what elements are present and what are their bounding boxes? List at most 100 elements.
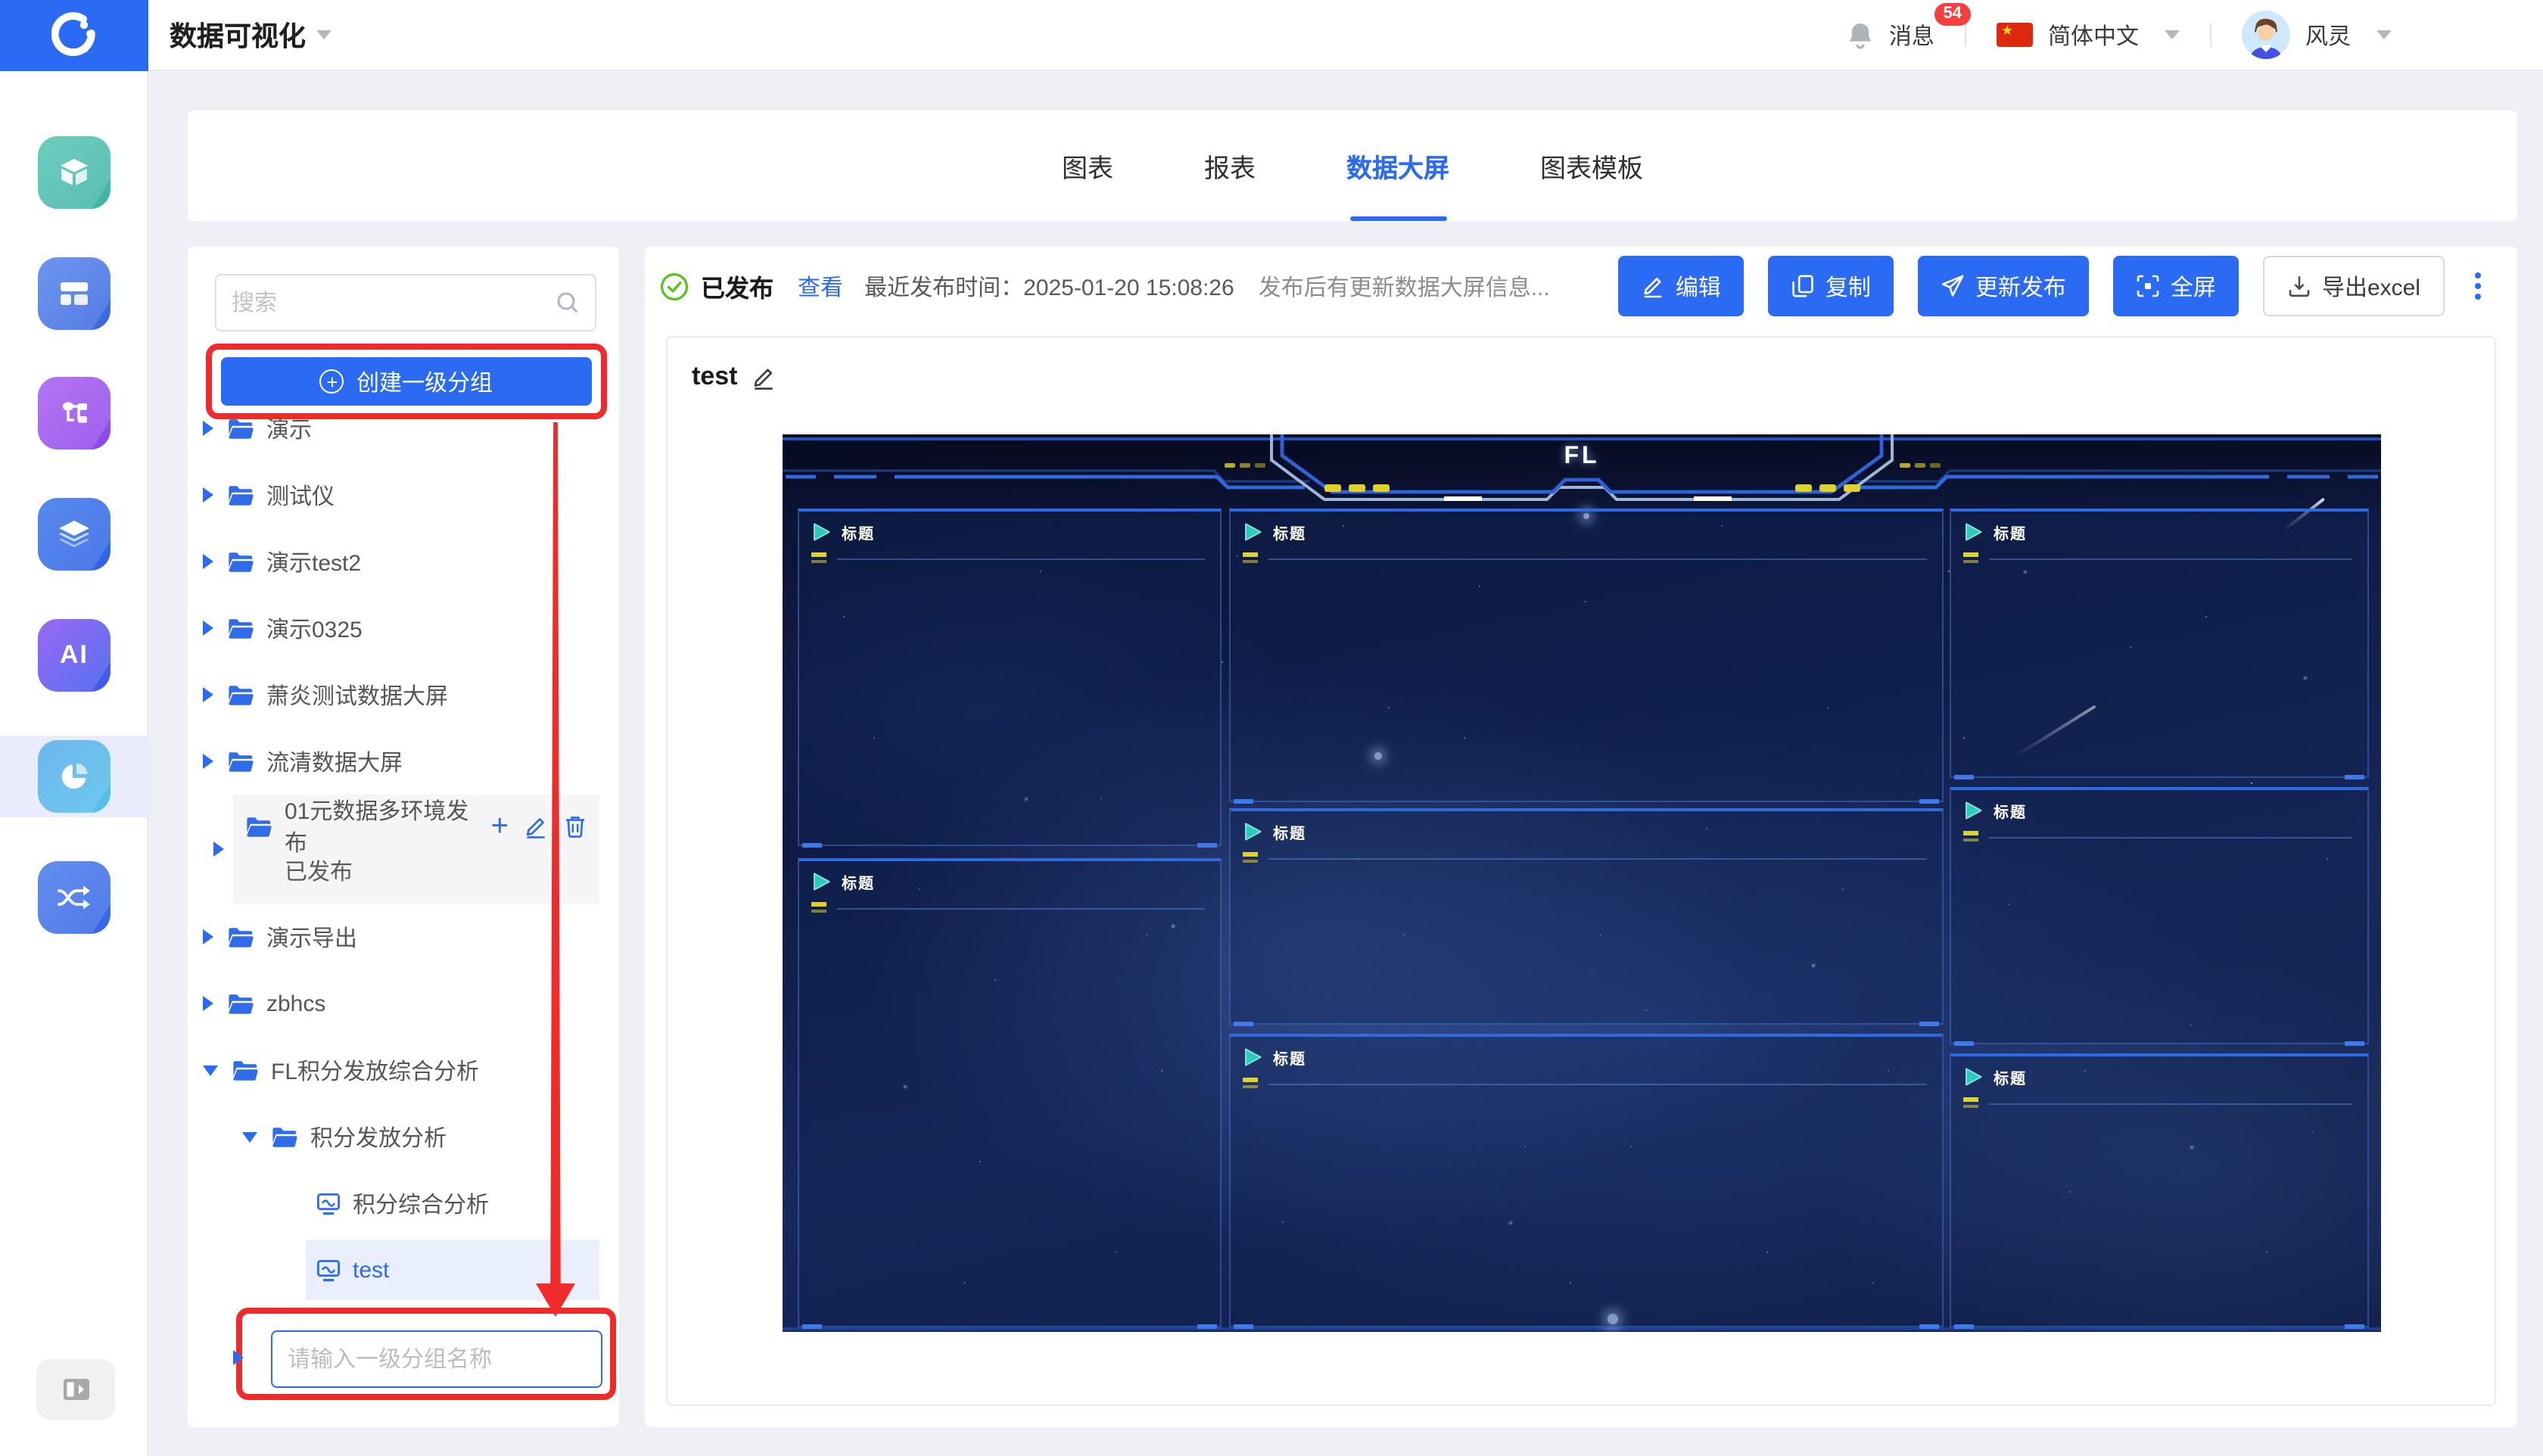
tree-item-积分综合分析[interactable]: 积分综合分析 xyxy=(188,1170,619,1237)
tree-item-萧炎测试数据大屏[interactable]: 萧炎测试数据大屏 xyxy=(188,661,619,728)
tree-item-演示test2[interactable]: 演示test2 xyxy=(188,528,619,595)
tab-reports[interactable]: 报表 xyxy=(1204,110,1256,221)
folder-icon xyxy=(227,550,254,573)
chevron-down-icon[interactable] xyxy=(2165,30,2180,39)
play-icon xyxy=(1243,1047,1262,1067)
tree-item-label: 积分综合分析 xyxy=(353,1187,489,1219)
username[interactable]: 风灵 xyxy=(2305,19,2351,51)
toolbar: 编辑 复制 更新发布 xyxy=(1618,256,2487,316)
copy-button[interactable]: 复制 xyxy=(1768,256,1894,316)
tree-caret-icon[interactable] xyxy=(203,929,213,944)
tree-caret-icon[interactable] xyxy=(203,621,213,636)
panel-title: 标题 xyxy=(1273,521,1306,543)
tree-caret-icon[interactable] xyxy=(203,754,213,769)
rail-item-data-visualization[interactable] xyxy=(0,736,148,817)
tree-caret-icon[interactable] xyxy=(203,554,213,569)
play-icon xyxy=(1243,822,1262,842)
view-link[interactable]: 查看 xyxy=(798,270,843,302)
rail-item-layout[interactable] xyxy=(0,253,148,334)
bell-icon[interactable] xyxy=(1847,20,1874,49)
rail-item-shuffle[interactable] xyxy=(0,857,148,938)
panel-title: 标题 xyxy=(1273,1046,1306,1069)
tree-item-label: 01元数据多环境发布 xyxy=(285,795,470,858)
messages-entry[interactable]: 消息 54 xyxy=(1889,19,1934,51)
tree-item-FL积分发放综合分析[interactable]: FL积分发放综合分析 xyxy=(188,1037,619,1103)
tree-item-label: zbhcs xyxy=(266,991,325,1016)
messages-label[interactable]: 消息 xyxy=(1889,19,1934,51)
tree-item-01元数据多环境发布[interactable]: 01元数据多环境发布 + 已发布 xyxy=(188,795,619,904)
dashboard-panel-6: 标题 xyxy=(1950,509,2369,778)
divider xyxy=(1965,23,1966,47)
tree-item-label: 积分发放分析 xyxy=(310,1121,447,1153)
search-input[interactable] xyxy=(232,290,556,316)
tree-item-label: 测试仪 xyxy=(266,479,335,511)
tree-item-演示0325[interactable]: 演示0325 xyxy=(188,595,619,661)
tree-item-label: 演示0325 xyxy=(266,612,363,644)
folder-icon xyxy=(227,617,254,639)
app-logo[interactable] xyxy=(0,0,148,70)
chevron-down-icon[interactable] xyxy=(316,30,331,39)
tree-caret-icon[interactable] xyxy=(203,487,213,502)
tree-caret-icon[interactable] xyxy=(203,996,213,1011)
tab-chart-templates[interactable]: 图表模板 xyxy=(1540,110,1643,221)
language-selector[interactable]: 简体中文 xyxy=(2048,19,2139,51)
chevron-down-icon[interactable] xyxy=(2376,30,2392,39)
panel-title: 标题 xyxy=(842,870,875,893)
publish-notice: 发布后有更新数据大屏信息... xyxy=(1259,270,1550,302)
tree-item-流清数据大屏[interactable]: 流清数据大屏 xyxy=(188,728,619,795)
collapse-sidebar-button[interactable] xyxy=(36,1359,115,1420)
cube-icon xyxy=(56,154,92,191)
shuffle-icon xyxy=(54,881,94,914)
tree-item-zbhcs[interactable]: zbhcs xyxy=(188,970,619,1037)
folder-icon xyxy=(227,926,254,948)
avatar[interactable] xyxy=(2242,11,2290,59)
group-panel: 演示 测试仪 演示test2 演示0325 萧炎测试数据大屏 流清数据大屏 01… xyxy=(188,247,619,1427)
rail-item-flowchart[interactable] xyxy=(0,372,148,454)
export-excel-button[interactable]: 导出excel xyxy=(2263,256,2445,316)
tree-item-label: test xyxy=(353,1257,389,1283)
tree-item-测试仪[interactable]: 测试仪 xyxy=(188,462,619,528)
play-icon xyxy=(1243,522,1262,542)
edit-button[interactable]: 编辑 xyxy=(1618,256,1744,316)
screen-content: test xyxy=(666,336,2496,1406)
tab-data-screen[interactable]: 数据大屏 xyxy=(1346,110,1449,221)
dashboard-panel-7: 标题 xyxy=(1950,787,2369,1044)
play-icon xyxy=(1963,522,1983,542)
rename-icon[interactable] xyxy=(751,364,777,390)
tree-caret-icon[interactable] xyxy=(213,842,224,857)
update-publish-button[interactable]: 更新发布 xyxy=(1918,256,2089,316)
folder-icon xyxy=(271,1125,298,1148)
more-actions-button[interactable] xyxy=(2469,266,2487,306)
dashboard-panel-8: 标题 xyxy=(1950,1053,2369,1327)
add-subgroup-icon[interactable]: + xyxy=(491,811,509,842)
messages-badge: 54 xyxy=(1934,2,1971,25)
folder-icon xyxy=(227,992,254,1015)
tree-item-label: FL积分发放综合分析 xyxy=(271,1054,479,1086)
tree-item-test[interactable]: test xyxy=(188,1237,619,1303)
tree-item-演示导出[interactable]: 演示导出 xyxy=(188,904,619,970)
play-icon xyxy=(1963,801,1983,820)
screen-title: test xyxy=(692,362,737,392)
rail-item-cube[interactable] xyxy=(0,132,148,213)
tree-caret-icon[interactable] xyxy=(203,421,213,436)
edit-group-icon[interactable] xyxy=(524,814,548,838)
search-icon[interactable] xyxy=(556,291,580,315)
tree-item-积分发放分析[interactable]: 积分发放分析 xyxy=(188,1103,619,1170)
tree-caret-icon[interactable] xyxy=(203,687,213,702)
tree-caret-icon[interactable] xyxy=(203,1065,218,1075)
delete-group-icon[interactable] xyxy=(563,814,587,838)
rail-item-layers[interactable] xyxy=(0,493,148,575)
dashboard-panel-2: 标题 xyxy=(798,858,1222,1327)
folder-icon xyxy=(227,683,254,706)
tabs: 图表 报表 数据大屏 图表模板 xyxy=(188,110,2517,221)
fullscreen-button[interactable]: 全屏 xyxy=(2113,256,2239,316)
new-group-name-input[interactable] xyxy=(271,1330,602,1388)
search-box[interactable] xyxy=(215,274,596,331)
chart-file-icon xyxy=(316,1258,341,1281)
rail-item-ai[interactable]: AI xyxy=(0,614,148,696)
tree-caret-icon xyxy=(233,1350,244,1365)
dashboard-preview[interactable]: FL 标题 标题 标题 标题 标题 标题 标题 标题 xyxy=(783,434,2381,1332)
tab-charts[interactable]: 图表 xyxy=(1062,110,1113,221)
create-group-button[interactable]: + 创建一级分组 xyxy=(221,357,592,406)
tree-caret-icon[interactable] xyxy=(242,1131,257,1142)
